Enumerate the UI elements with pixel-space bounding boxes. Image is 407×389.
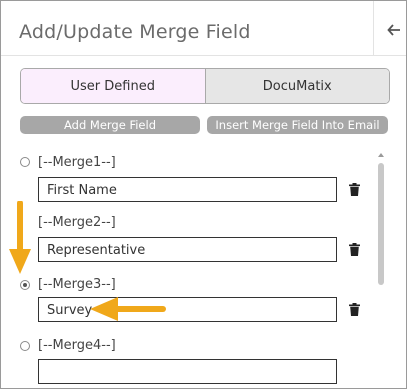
merge1-label: [--Merge1--] — [38, 155, 116, 170]
insert-merge-field-button[interactable]: Insert Merge Field Into Email — [207, 116, 388, 134]
merge3-input[interactable]: Survey — [38, 297, 337, 322]
scrollbar[interactable] — [376, 153, 386, 388]
panel-title: Add/Update Merge Field — [19, 21, 251, 43]
merge1-radio[interactable] — [20, 157, 30, 167]
add-merge-field-button[interactable]: Add Merge Field — [20, 116, 200, 134]
scroll-thumb[interactable] — [378, 163, 384, 285]
header-divider — [373, 1, 374, 55]
merge-field-panel: Add/Update Merge Field User Defined Docu… — [0, 0, 407, 389]
trash-icon[interactable] — [349, 303, 360, 316]
merge3-label: [--Merge3--] — [38, 277, 116, 292]
arrow-left-annotation-icon — [90, 297, 166, 321]
merge2-input[interactable]: Representative — [38, 237, 337, 262]
merge2-label: [--Merge2--] — [38, 215, 116, 230]
trash-icon[interactable] — [349, 183, 360, 196]
merge4-label: [--Merge4--] — [38, 338, 116, 353]
tab-documatix[interactable]: DocuMatix — [205, 69, 389, 103]
merge4-input[interactable] — [38, 359, 337, 384]
arrow-down-annotation-icon — [9, 201, 31, 274]
scroll-up-icon[interactable] — [378, 153, 384, 157]
trash-icon[interactable] — [349, 243, 360, 256]
merge4-radio[interactable] — [20, 341, 30, 351]
tab-user-defined[interactable]: User Defined — [21, 69, 206, 103]
arrow-left-icon[interactable] — [386, 22, 402, 38]
title-divider — [1, 55, 406, 56]
merge1-input[interactable]: First Name — [38, 177, 337, 202]
merge3-radio[interactable] — [20, 280, 30, 290]
tab-group: User Defined DocuMatix — [20, 68, 390, 104]
